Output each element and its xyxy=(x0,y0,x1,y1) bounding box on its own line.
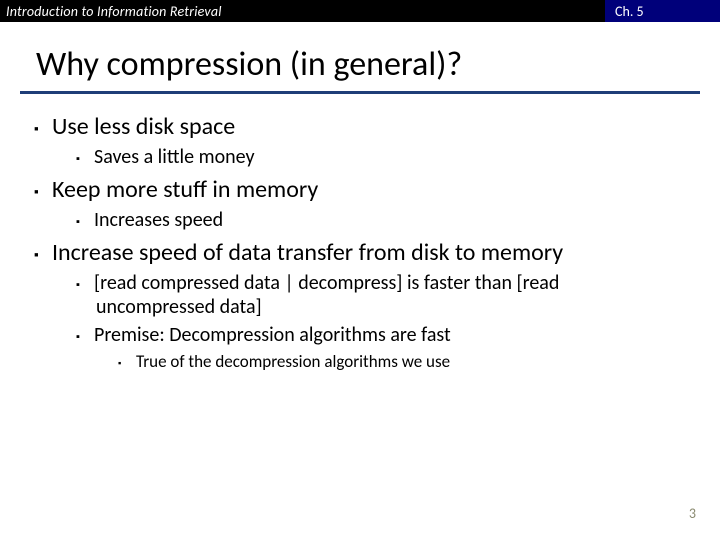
bullet-l2: [read compressed data | decompress] is f… xyxy=(96,271,656,319)
bullet-icon xyxy=(34,175,52,204)
slide-title: Why compression (in general)? xyxy=(36,44,720,85)
bullet-l1: Increase speed of data transfer from dis… xyxy=(54,238,720,267)
bullet-l2: Saves a little money xyxy=(96,145,656,169)
bullet-icon xyxy=(118,351,136,372)
slide: Introduction to Information Retrieval Ch… xyxy=(0,0,720,540)
bullet-icon xyxy=(76,271,94,295)
bullet-text: True of the decompression algorithms we … xyxy=(136,351,450,372)
bullet-text: Increase speed of data transfer from dis… xyxy=(52,238,563,267)
page-number: 3 xyxy=(689,505,696,522)
bullet-l1: Keep more stuff in memory xyxy=(54,175,720,204)
bullet-text: Saves a little money xyxy=(94,145,255,169)
chapter-label: Ch. 5 xyxy=(605,0,720,22)
bullet-l2: Premise: Decompression algorithms are fa… xyxy=(96,323,656,347)
slide-body: Use less disk space Saves a little money… xyxy=(40,112,720,372)
bullet-l2: Increases speed xyxy=(96,208,656,232)
bullet-text: Keep more stuff in memory xyxy=(52,175,318,204)
top-bar: Introduction to Information Retrieval Ch… xyxy=(0,0,720,22)
bullet-icon xyxy=(76,145,94,169)
bullet-l3: True of the decompression algorithms we … xyxy=(138,351,720,372)
course-title: Introduction to Information Retrieval xyxy=(0,3,605,20)
bullet-icon xyxy=(76,323,94,347)
title-underline xyxy=(20,91,700,94)
bullet-text: Use less disk space xyxy=(52,112,235,141)
bullet-text: Increases speed xyxy=(94,208,223,232)
bullet-text: [read compressed data | decompress] is f… xyxy=(94,271,559,319)
bullet-icon xyxy=(34,238,52,267)
bullet-icon xyxy=(76,208,94,232)
bullet-text: Premise: Decompression algorithms are fa… xyxy=(94,323,451,347)
bullet-icon xyxy=(34,112,52,141)
bullet-l1: Use less disk space xyxy=(54,112,720,141)
